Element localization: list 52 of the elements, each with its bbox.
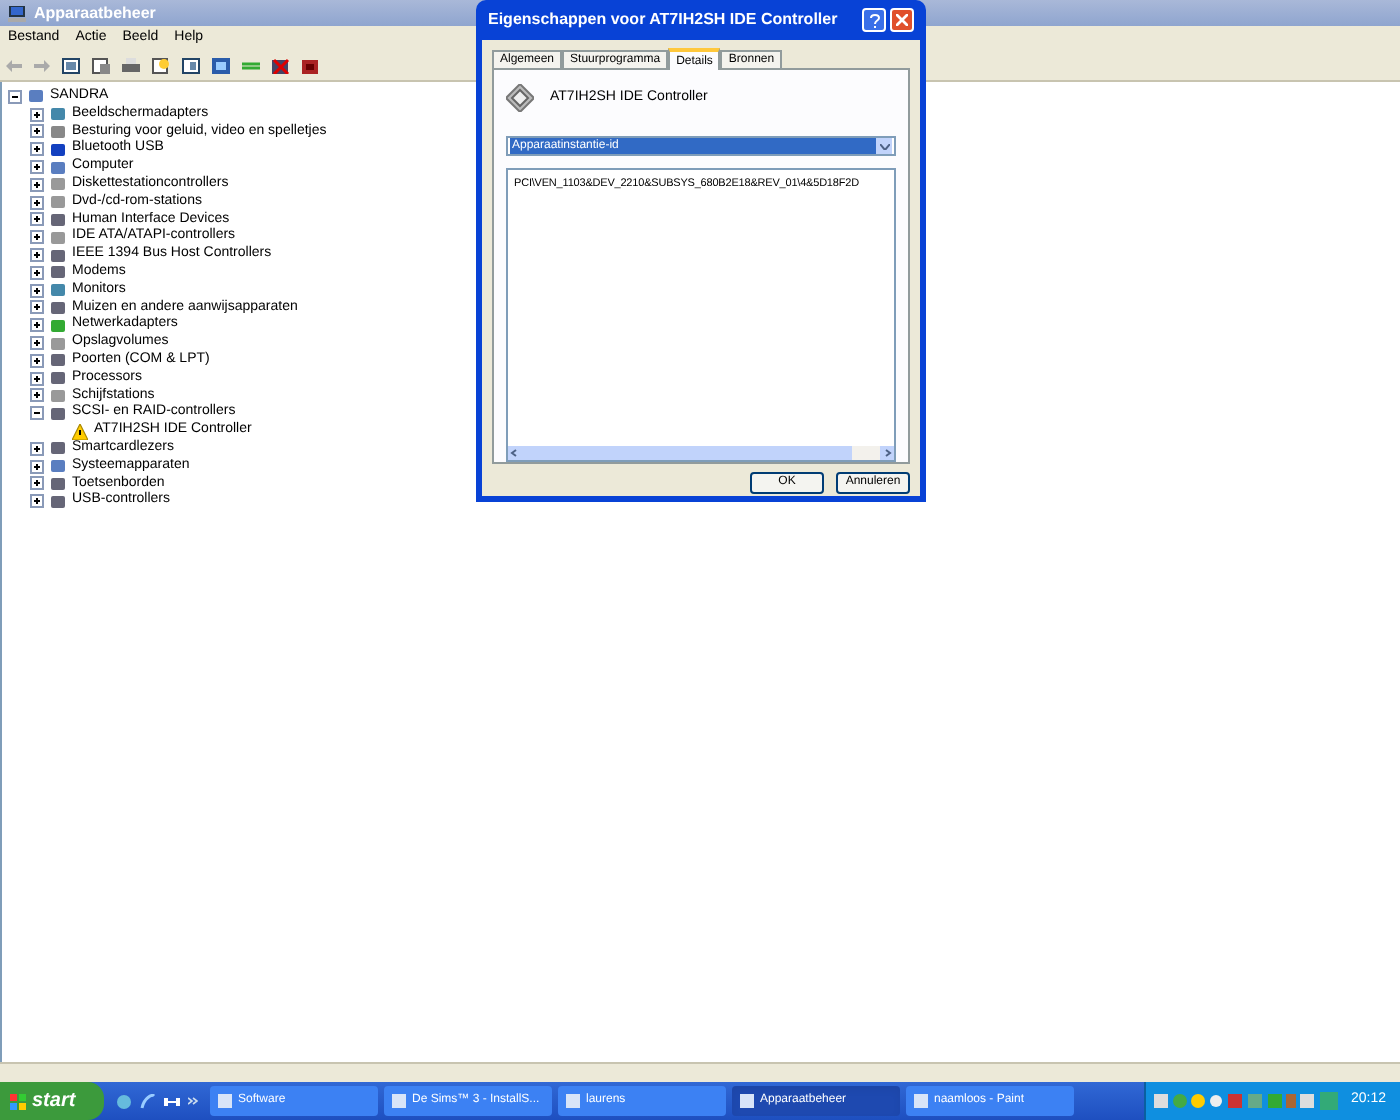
window-title: Apparaatbeheer [34, 1, 156, 25]
close-icon [896, 14, 908, 26]
close-button[interactable] [890, 8, 914, 32]
window-icon [392, 1094, 406, 1108]
expand-icon[interactable] [30, 142, 44, 157]
expand-icon[interactable] [30, 107, 44, 122]
chevron-down-icon [879, 143, 889, 149]
expand-icon[interactable] [30, 212, 44, 227]
help-button[interactable] [862, 8, 886, 32]
expand-icon[interactable] [30, 353, 44, 368]
expand-icon[interactable] [30, 177, 44, 192]
expand-icon[interactable] [30, 336, 44, 351]
device-icon [50, 299, 66, 316]
expand-icon[interactable] [30, 124, 44, 139]
connection-icon[interactable] [164, 1093, 180, 1109]
chip-icon [506, 84, 534, 112]
warning-icon [72, 423, 88, 440]
chevron-icon[interactable] [188, 1096, 198, 1106]
printer-icon[interactable] [122, 57, 140, 73]
expand-icon[interactable] [30, 318, 44, 333]
expand-icon[interactable] [30, 230, 44, 245]
window-icon [218, 1094, 232, 1108]
expand-icon[interactable] [30, 494, 44, 509]
expand-icon[interactable] [30, 283, 44, 298]
expand-icon[interactable] [30, 459, 44, 474]
properties-icon[interactable] [92, 57, 110, 73]
collapse-icon[interactable] [30, 406, 44, 421]
expand-icon[interactable] [30, 195, 44, 210]
expand-icon[interactable] [30, 388, 44, 403]
window-icon [740, 1094, 754, 1108]
windows-logo-icon [10, 1093, 26, 1109]
device-icon [50, 211, 66, 228]
window-icon[interactable] [62, 57, 80, 73]
scroll-left-icon[interactable] [508, 446, 522, 460]
expand-icon[interactable] [30, 441, 44, 456]
dropdown-button[interactable] [876, 138, 892, 154]
expand-icon[interactable] [30, 248, 44, 263]
window-icon [566, 1094, 580, 1108]
expand-icon[interactable] [30, 160, 44, 175]
disable-icon[interactable] [272, 57, 290, 73]
window-icon[interactable] [182, 57, 200, 73]
scroll-right-icon[interactable] [880, 446, 894, 460]
dialog-title: Eigenschappen voor AT7IH2SH IDE Controller [488, 8, 838, 32]
expand-icon[interactable] [30, 476, 44, 491]
expand-icon[interactable] [30, 300, 44, 315]
start-button[interactable]: start [0, 1082, 104, 1120]
device-icon [50, 440, 66, 457]
device-icon [50, 405, 66, 422]
expand-icon[interactable] [30, 265, 44, 280]
expand-icon[interactable] [30, 371, 44, 386]
window-icon [914, 1094, 928, 1108]
collapse-icon[interactable] [8, 89, 22, 104]
